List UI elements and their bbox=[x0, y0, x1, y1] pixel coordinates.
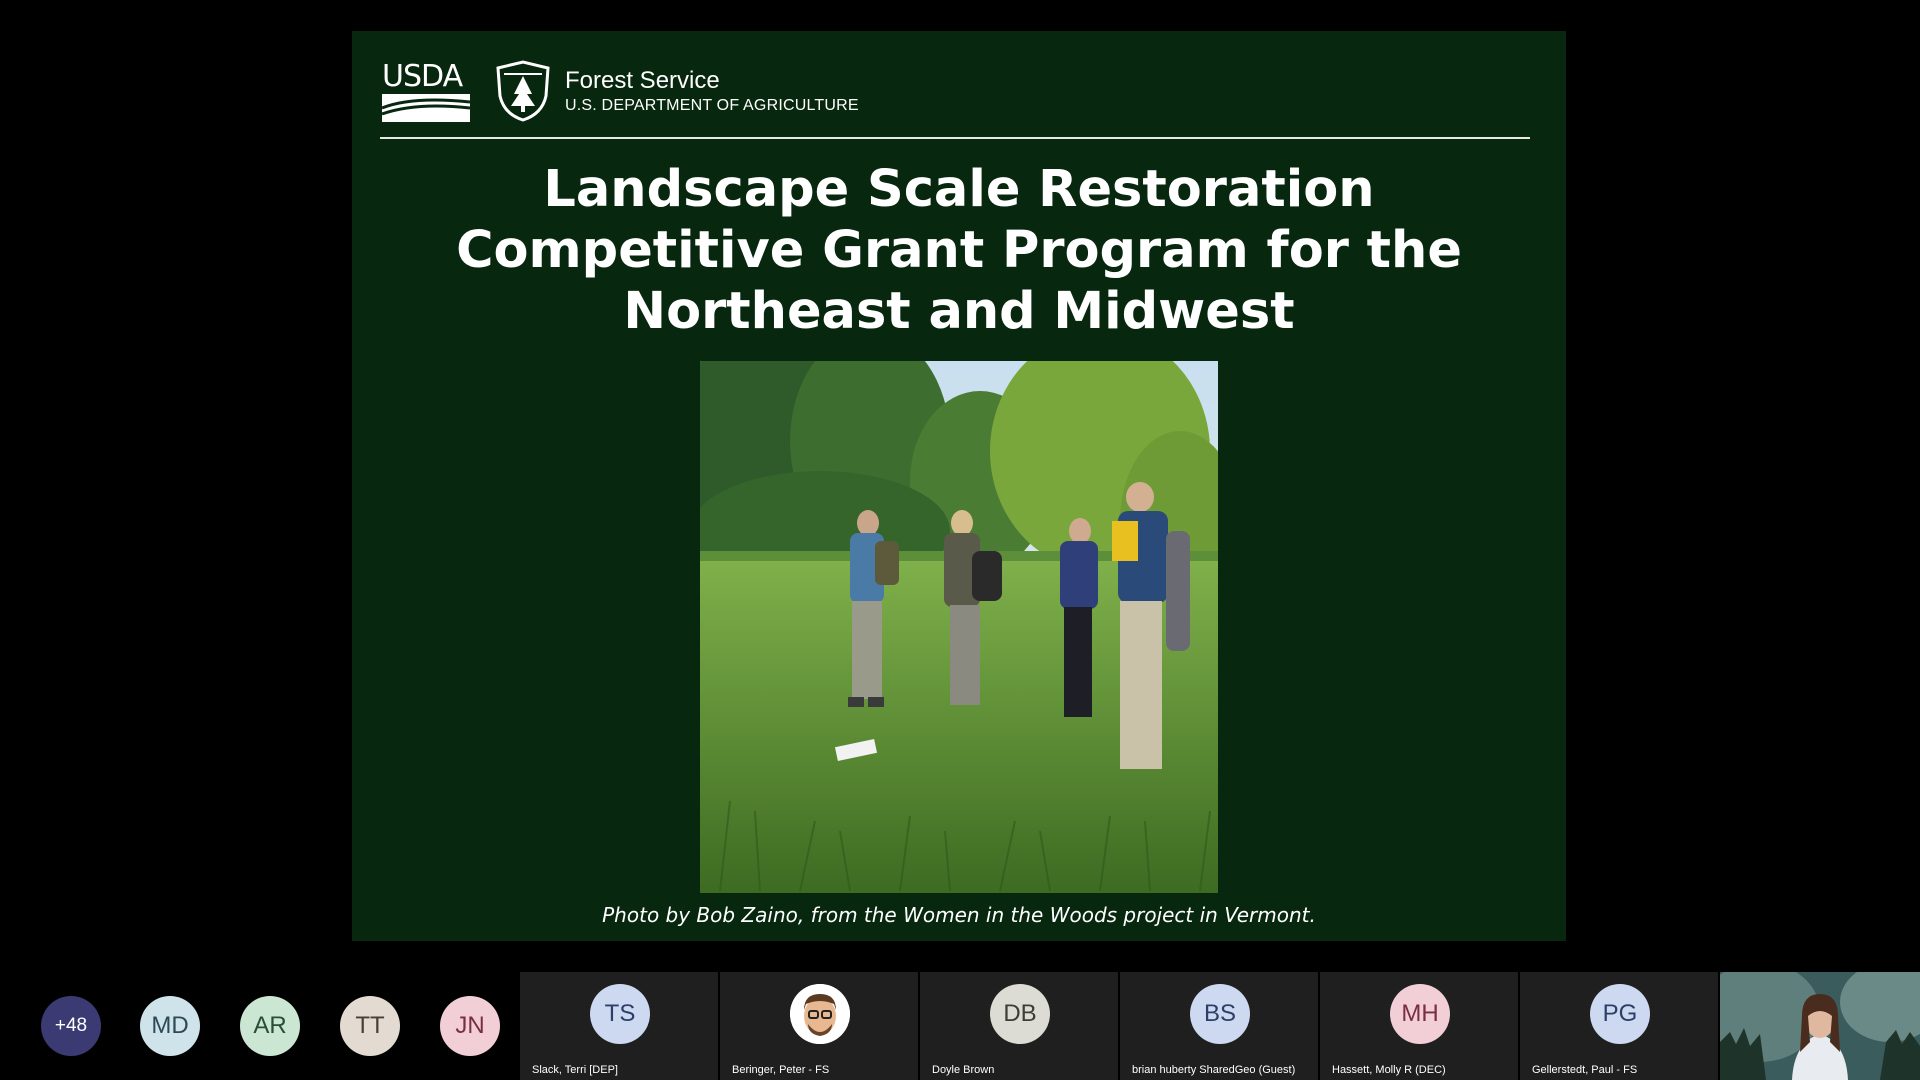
usda-logo-text: USDA bbox=[382, 59, 463, 94]
participant-tile[interactable]: PG Gellerstedt, Paul - FS bbox=[1520, 972, 1718, 1080]
forest-service-shield-icon bbox=[496, 60, 550, 122]
slide-photo bbox=[700, 361, 1218, 893]
participant-tile[interactable]: TS Slack, Terri [DEP] bbox=[520, 972, 718, 1080]
participant-tile[interactable]: Beringer, Peter - FS bbox=[720, 972, 918, 1080]
participant-avatar: PG bbox=[1590, 984, 1650, 1044]
title-line: Competitive Grant Program for the bbox=[456, 221, 1462, 280]
participant-tile[interactable]: DB Doyle Brown bbox=[920, 972, 1118, 1080]
participant-tile[interactable]: BS brian huberty SharedGeo (Guest) bbox=[1120, 972, 1318, 1080]
profile-photo-icon bbox=[790, 984, 850, 1044]
department-name: U.S. DEPARTMENT OF AGRICULTURE bbox=[565, 97, 859, 114]
participant-name: Gellerstedt, Paul - FS bbox=[1532, 1064, 1638, 1076]
participant-name: Doyle Brown bbox=[932, 1064, 995, 1076]
slide-title: Landscape Scale Restoration Competitive … bbox=[392, 159, 1526, 342]
participant-name: Hassett, Molly R (DEC) bbox=[1332, 1064, 1446, 1076]
photo-caption: Photo by Bob Zaino, from the Women in th… bbox=[602, 903, 1316, 927]
participant-name: Slack, Terri [DEP] bbox=[532, 1064, 618, 1076]
participant-name: brian huberty SharedGeo (Guest) bbox=[1132, 1064, 1296, 1076]
participant-name: Beringer, Peter - FS bbox=[732, 1064, 830, 1076]
participant-avatar[interactable]: TT bbox=[340, 996, 400, 1056]
title-line: Landscape Scale Restoration bbox=[543, 160, 1375, 219]
shared-slide: USDA Forest Service U.S. DEPARTMENT OF A… bbox=[352, 31, 1566, 941]
participant-avatar[interactable]: MD bbox=[140, 996, 200, 1056]
self-video-tile[interactable] bbox=[1720, 972, 1920, 1080]
header-divider bbox=[380, 137, 1530, 139]
participant-avatar[interactable]: AR bbox=[240, 996, 300, 1056]
participant-tile[interactable]: MH Hassett, Molly R (DEC) bbox=[1320, 972, 1518, 1080]
usda-logo-graphic bbox=[382, 94, 470, 122]
more-participants-button[interactable]: +48 bbox=[41, 996, 101, 1056]
usda-logo: USDA bbox=[382, 60, 470, 124]
participant-avatar: BS bbox=[1190, 984, 1250, 1044]
participant-avatar: MH bbox=[1390, 984, 1450, 1044]
webcam-video-feed bbox=[1720, 972, 1920, 1080]
participant-photo-avatar bbox=[790, 984, 850, 1044]
title-line: Northeast and Midwest bbox=[623, 282, 1295, 341]
participant-avatar[interactable]: JN bbox=[440, 996, 500, 1056]
agency-name: Forest Service bbox=[565, 67, 720, 94]
participant-avatar: DB bbox=[990, 984, 1050, 1044]
participant-avatar: TS bbox=[590, 984, 650, 1044]
participant-strip: +48 MD AR TT JN TS Slack, Terri [DEP] Be… bbox=[0, 972, 1920, 1080]
